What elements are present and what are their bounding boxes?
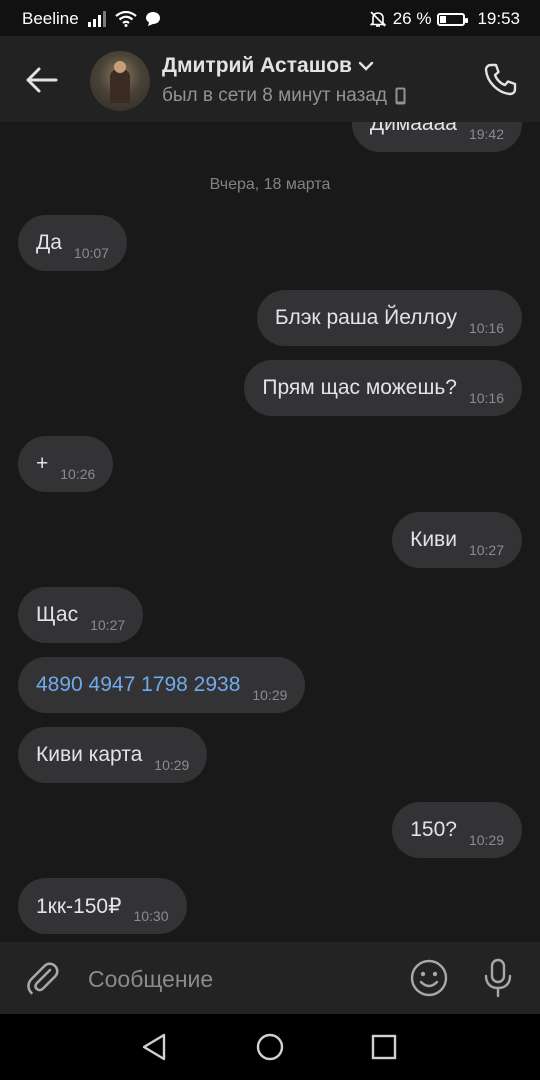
- message-bubble-out[interactable]: 150? 10:29: [392, 802, 522, 858]
- message-time: 10:29: [252, 687, 288, 703]
- message-text: Киви: [410, 528, 457, 551]
- message-time: 10:27: [90, 617, 126, 633]
- home-circle-icon[interactable]: [253, 1030, 287, 1064]
- message-bubble-out[interactable]: Киви 10:27: [392, 512, 522, 568]
- microphone-icon[interactable]: [478, 956, 518, 1000]
- avatar-head: [114, 61, 126, 73]
- clock: 19:53: [477, 9, 520, 28]
- back-triangle-icon[interactable]: [138, 1030, 172, 1064]
- message-notification-icon: [145, 12, 160, 26]
- message-text: Блэк раша Йеллоу: [274, 306, 457, 329]
- avatar-figure: [110, 69, 130, 103]
- signal-icon: [87, 11, 106, 27]
- mute-bell-icon: [369, 11, 387, 27]
- carrier-name: Beeline: [22, 9, 79, 28]
- message-text: Да: [36, 231, 62, 254]
- message-time: 10:27: [468, 542, 504, 558]
- message-bubble-in[interactable]: 1кк-150₽ 10:30: [18, 878, 187, 934]
- message-link[interactable]: 4890 4947 1798 2938: [36, 673, 240, 697]
- date-separator: Вчера, 18 марта: [209, 176, 331, 193]
- mobile-device-icon: [395, 87, 406, 105]
- message-time: 10:26: [60, 466, 96, 482]
- message-text: Прям щас можешь?: [262, 376, 457, 399]
- avatar[interactable]: [90, 51, 150, 111]
- system-nav-bar: [0, 1014, 540, 1080]
- phone-call-icon[interactable]: [480, 60, 520, 100]
- message-text: Щас: [36, 603, 79, 626]
- recents-square-icon[interactable]: [367, 1030, 401, 1064]
- message-time: 10:16: [468, 390, 504, 406]
- status-bar: Beeline 26 % 19:53: [0, 0, 540, 36]
- message-text: Димаааа: [369, 122, 457, 135]
- message-bubble-in[interactable]: Киви карта 10:29: [18, 727, 208, 783]
- battery-icon: [437, 12, 469, 26]
- message-bubble-in[interactable]: +10:26: [18, 436, 114, 492]
- message-input[interactable]: [86, 956, 390, 1002]
- wifi-icon: [115, 11, 137, 27]
- battery-level: [440, 15, 447, 23]
- message-bubble-in[interactable]: Да 10:07: [18, 215, 127, 271]
- attach-icon[interactable]: [22, 958, 62, 998]
- message-time: 19:42: [468, 126, 504, 142]
- message-list[interactable]: Димаааа 19:42 Вчера, 18 марта Да 10:07 Блэ…: [0, 122, 540, 942]
- battery-percent: 26 %: [392, 9, 432, 28]
- back-arrow-icon[interactable]: [22, 60, 62, 100]
- message-bubble-out[interactable]: Блэк раша Йеллоу 10:16: [256, 290, 522, 346]
- message-time: 10:30: [133, 908, 169, 924]
- message-time: 10:29: [154, 757, 190, 773]
- message-composer: [0, 942, 540, 1014]
- message-time: 10:29: [468, 832, 504, 848]
- emoji-icon[interactable]: [409, 958, 449, 998]
- chat-header: Дмитрий Асташов был в сети 8 минут назад: [0, 36, 540, 122]
- message-time: 10:07: [73, 245, 109, 261]
- last-seen-text: был в сети 8 минут назад: [162, 85, 388, 106]
- message-bubble-out[interactable]: Прям щас можешь? 10:16: [244, 360, 522, 416]
- contact-status: был в сети 8 минут назад: [162, 85, 406, 107]
- message-text: 150?: [410, 818, 457, 841]
- message-text: +: [36, 452, 49, 475]
- chevron-down-icon: [358, 61, 374, 71]
- message-text: 1кк-150₽: [36, 894, 122, 918]
- message-bubble-in[interactable]: 4890 4947 1798 2938 10:29: [18, 657, 306, 713]
- message-time: 10:16: [468, 320, 504, 336]
- contact-name: Дмитрий Асташов: [162, 54, 352, 77]
- message-bubble-partial[interactable]: Димаааа 19:42: [351, 122, 522, 152]
- message-bubble-in[interactable]: Щас 10:27: [18, 587, 144, 643]
- message-text: Киви карта: [36, 743, 143, 766]
- contact-name-button[interactable]: Дмитрий Асташов: [162, 54, 374, 78]
